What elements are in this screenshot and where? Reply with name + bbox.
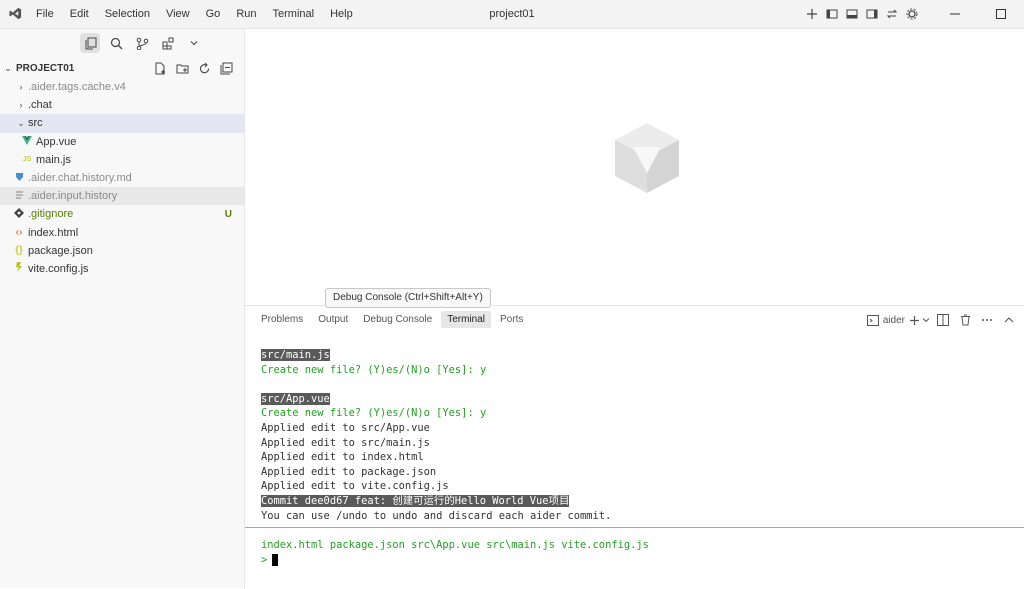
more-actions-icon[interactable] <box>978 310 996 330</box>
terminal-input-area[interactable]: index.html package.json src\App.vue src\… <box>261 538 649 567</box>
terminal-line: Applied edit to src/App.vue <box>261 421 430 434</box>
file-tree: › .aider.tags.cache.v4 › .chat ⌄ src App… <box>0 78 244 278</box>
terminal-line: Create new file? (Y)es/(N)o [Yes]: y <box>261 407 487 420</box>
menu-bar: File Edit Selection View Go Run Terminal… <box>28 0 361 28</box>
tree-item-chat[interactable]: › .chat <box>0 96 244 114</box>
tab-problems[interactable]: Problems <box>255 311 309 328</box>
search-icon[interactable] <box>106 33 126 53</box>
explorer-title: PROJECT01 <box>16 62 75 74</box>
tree-item-aider-input-history[interactable]: .aider.input.history <box>0 187 244 206</box>
terminal-line: Applied edit to package.json <box>261 465 437 478</box>
editor-area <box>245 29 1024 305</box>
activity-toolbar <box>0 29 244 57</box>
menu-run[interactable]: Run <box>228 0 264 28</box>
maximize-button[interactable] <box>978 0 1024 28</box>
text-file-icon <box>12 190 26 203</box>
terminal-output[interactable]: src/main.js Create new file? (Y)es/(N)o … <box>261 348 611 523</box>
menu-view[interactable]: View <box>158 0 198 28</box>
terminal-cursor <box>272 553 279 566</box>
tab-ports[interactable]: Ports <box>494 311 529 328</box>
collapse-all-icon[interactable] <box>216 58 236 78</box>
chevron-down-icon <box>922 318 930 323</box>
tree-item-vite-config[interactable]: vite.config.js <box>0 260 244 278</box>
html-file-icon: ‹› <box>15 227 23 239</box>
sync-icon[interactable] <box>882 4 902 24</box>
new-terminal-button[interactable] <box>909 310 930 330</box>
tree-item-src[interactable]: ⌄ src <box>0 114 244 133</box>
terminal-name: aider <box>882 314 905 326</box>
refresh-icon[interactable] <box>194 58 214 78</box>
menu-go[interactable]: Go <box>198 0 229 28</box>
tab-debug-console[interactable]: Debug Console <box>357 311 438 328</box>
js-file-icon: JS <box>22 156 32 164</box>
markdown-file-icon <box>12 172 26 185</box>
menu-terminal[interactable]: Terminal <box>265 0 323 28</box>
new-folder-icon[interactable] <box>172 58 192 78</box>
panel-tabs: Problems Output Debug Console Terminal P… <box>255 311 532 328</box>
plus-icon <box>910 315 919 325</box>
terminal-line: Applied edit to index.html <box>261 451 424 464</box>
maximize-panel-icon[interactable] <box>1000 310 1018 330</box>
split-terminal-icon[interactable] <box>934 310 952 330</box>
trash-icon[interactable] <box>956 310 974 330</box>
prompt-symbol: > <box>261 553 268 566</box>
menu-selection[interactable]: Selection <box>97 0 158 28</box>
tree-item-gitignore[interactable]: .gitignore U <box>0 205 244 223</box>
json-file-icon: {} <box>15 245 23 257</box>
untracked-badge: U <box>224 208 232 220</box>
new-chat-icon[interactable] <box>802 4 822 24</box>
chevron-down-icon[interactable] <box>184 33 204 53</box>
terminal-line: Applied edit to src/main.js <box>261 436 430 449</box>
tab-output[interactable]: Output <box>312 311 354 328</box>
git-file-icon <box>12 207 26 221</box>
chat-files-line: index.html package.json src\App.vue src\… <box>261 539 649 551</box>
toggle-primary-sidebar-icon[interactable] <box>822 4 842 24</box>
chevron-right-icon: › <box>19 100 23 111</box>
vite-file-icon <box>12 262 26 275</box>
menu-file[interactable]: File <box>28 0 62 28</box>
chevron-down-icon: ⌄ <box>4 62 12 73</box>
menu-edit[interactable]: Edit <box>62 0 97 28</box>
tree-item-index-html[interactable]: ‹› index.html <box>0 224 244 242</box>
gear-icon[interactable] <box>902 4 922 24</box>
title-bar: File Edit Selection View Go Run Terminal… <box>0 0 1024 29</box>
new-file-icon[interactable] <box>150 58 170 78</box>
terminal-selector[interactable]: aider <box>866 310 905 330</box>
extensions-icon[interactable] <box>158 33 178 53</box>
terminal-line: Applied edit to vite.config.js <box>261 480 449 493</box>
tree-item-package-json[interactable]: {} package.json <box>0 242 244 260</box>
explorer-files-icon[interactable] <box>80 33 100 53</box>
terminal-line: Commit dee0d67 feat: 创建可运行的Hello World V… <box>261 494 570 507</box>
tree-item-app-vue[interactable]: App.vue <box>0 133 244 151</box>
vue-file-icon <box>20 135 34 148</box>
terminal-line: src/main.js <box>261 349 330 361</box>
vscode-watermark-icon <box>613 121 681 198</box>
tab-terminal[interactable]: Terminal <box>441 311 492 328</box>
tree-item-aider-chat-history[interactable]: .aider.chat.history.md <box>0 169 244 187</box>
chevron-down-icon: ⌄ <box>17 117 25 128</box>
toggle-secondary-sidebar-icon[interactable] <box>862 4 882 24</box>
debug-console-tooltip: Debug Console (Ctrl+Shift+Alt+Y) <box>325 288 491 308</box>
explorer-header[interactable]: ⌄ PROJECT01 <box>0 58 244 78</box>
terminal-divider <box>245 527 1024 528</box>
source-control-icon[interactable] <box>132 33 152 53</box>
tree-item-aider-tags-cache[interactable]: › .aider.tags.cache.v4 <box>0 78 244 96</box>
terminal-icon <box>866 314 879 326</box>
toggle-panel-icon[interactable] <box>842 4 862 24</box>
minimize-button[interactable] <box>932 0 978 28</box>
terminal-line: src/App.vue <box>261 392 330 405</box>
tree-item-main-js[interactable]: JS main.js <box>0 151 244 169</box>
terminal-line: Create new file? (Y)es/(N)o [Yes]: y <box>261 363 487 376</box>
bottom-panel: Problems Output Debug Console Terminal P… <box>245 305 1024 589</box>
chevron-right-icon: › <box>19 82 23 93</box>
menu-help[interactable]: Help <box>322 0 361 28</box>
vscode-logo-icon <box>9 7 22 23</box>
terminal-line: You can use /undo to undo and discard ea… <box>261 509 612 522</box>
sidebar: ⌄ PROJECT01 › .aider.tags.cache.v4 › .ch… <box>0 29 245 588</box>
